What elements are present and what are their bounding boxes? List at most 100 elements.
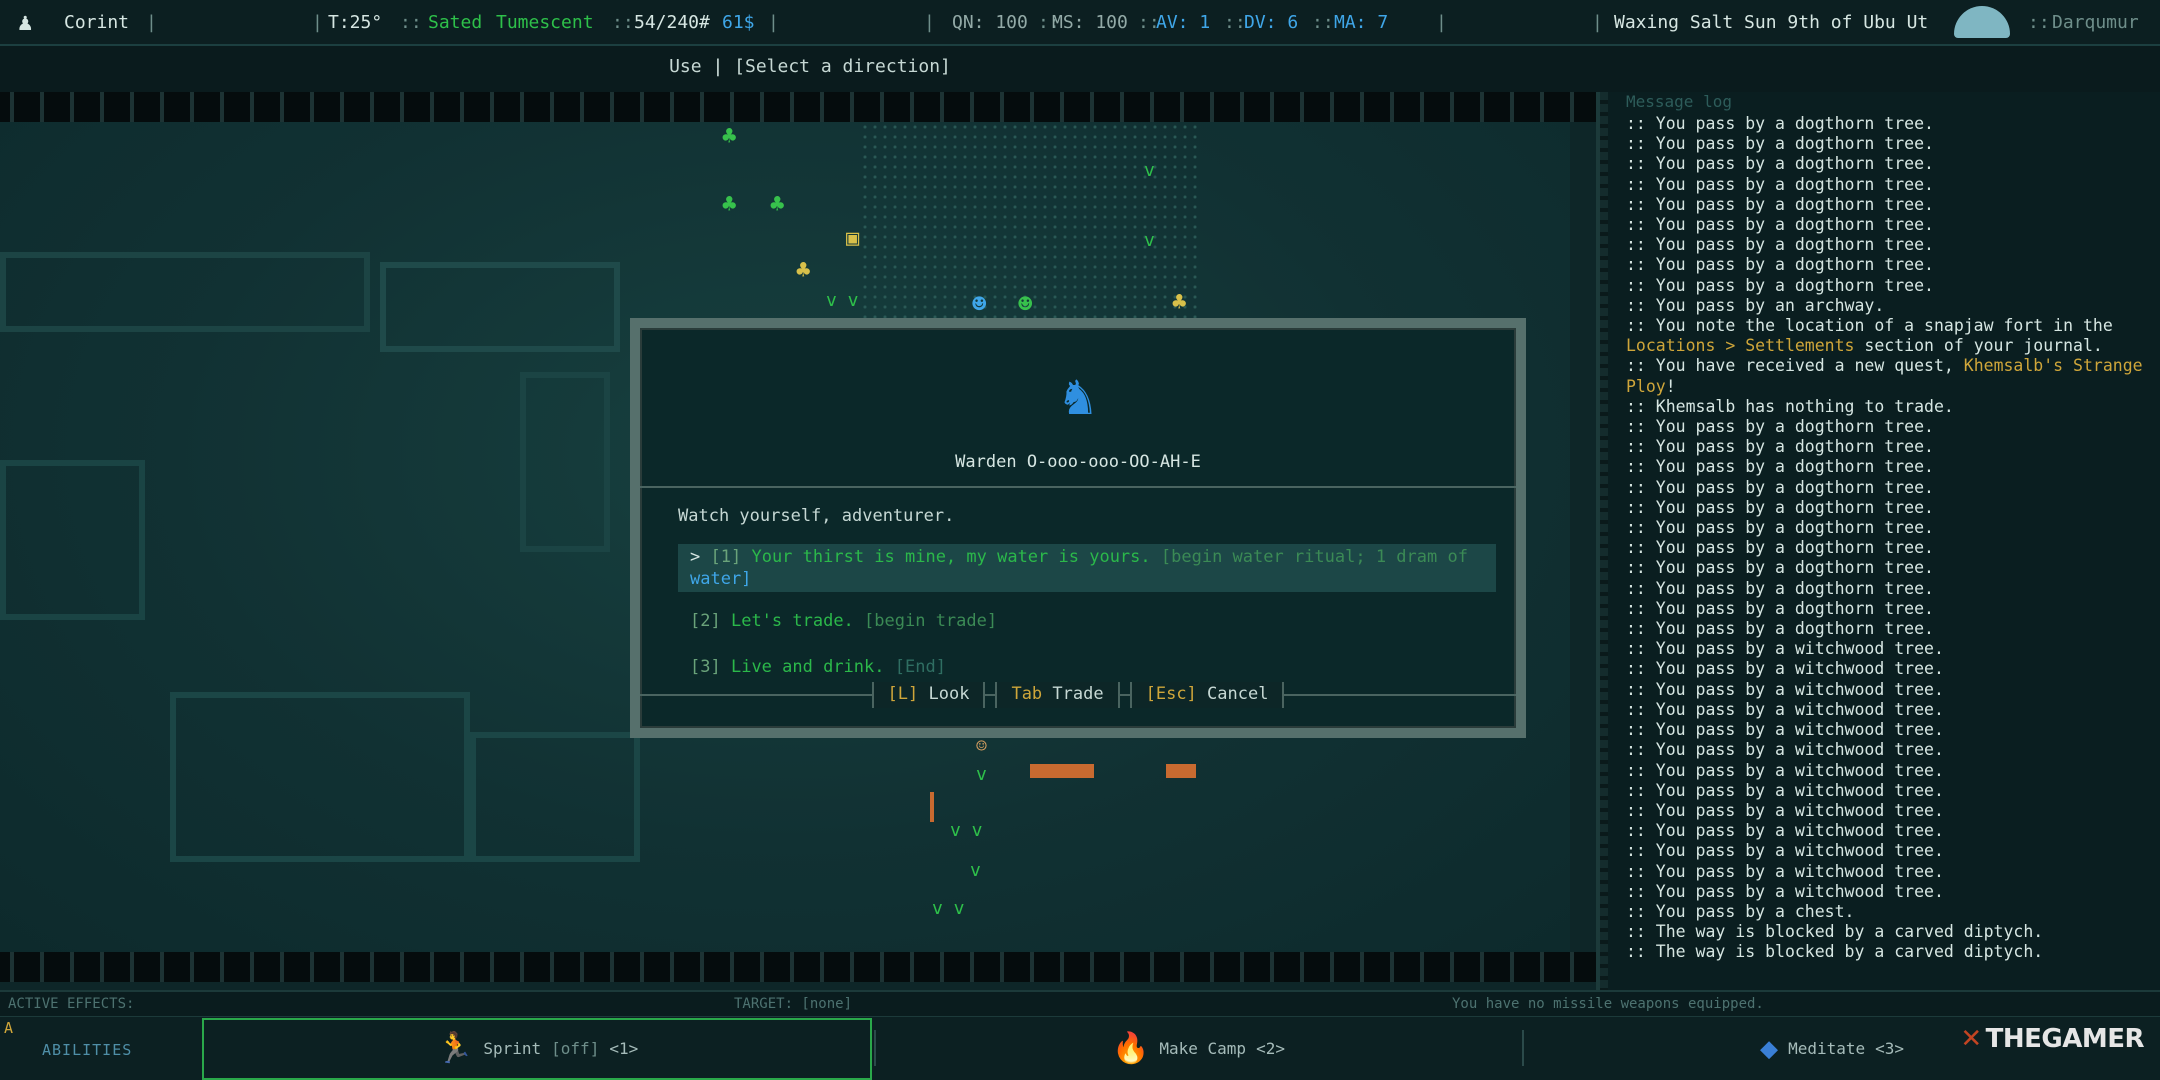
target-label: TARGET: [none] bbox=[734, 996, 853, 1012]
table-object bbox=[1030, 764, 1094, 778]
option-number: [1] bbox=[710, 547, 742, 567]
speaker-name: Warden O-ooo-ooo-OO-AH-E bbox=[955, 452, 1201, 472]
status-bar: ♟ Corint | | T:25° :: Sated Tumescent ::… bbox=[0, 0, 2160, 46]
log-entry: :: The way is blocked by a carved diptyc… bbox=[1626, 922, 2044, 942]
location-name: Darqumur bbox=[2052, 12, 2139, 33]
meditate-ability[interactable]: ◆ Meditate <3> bbox=[1760, 1016, 1904, 1080]
creature-icon[interactable]: ☻ bbox=[1018, 292, 1032, 316]
mental-armor-stat: MA: 7 bbox=[1334, 12, 1389, 33]
hotkey: [Esc] bbox=[1145, 684, 1197, 704]
log-entry: :: You pass by a dogthorn tree. bbox=[1626, 538, 1934, 558]
journal-link[interactable]: Locations > Settlements bbox=[1626, 336, 1854, 355]
witchwood-tree-icon: ♣ bbox=[1172, 288, 1187, 316]
separator: | bbox=[768, 12, 779, 33]
option-action-cont: water] bbox=[690, 569, 752, 589]
money: 61$ bbox=[722, 12, 755, 33]
dialog-footer: [L] Look Tab Trade [Esc] Cancel bbox=[640, 682, 1516, 722]
log-entry: :: You pass by a dogthorn tree. bbox=[1626, 578, 1934, 598]
villager-icon[interactable]: ☺ bbox=[976, 738, 987, 756]
dogthorn-tree-icon: ♣ bbox=[722, 190, 737, 218]
direction-prompt: [Select a direction] bbox=[734, 56, 951, 77]
log-entry: :: You pass by a dogthorn tree. bbox=[1626, 255, 1934, 275]
separator: | bbox=[924, 12, 935, 33]
hunger-status: Sated bbox=[428, 12, 483, 33]
log-entry: :: You pass by a dogthorn tree. bbox=[1626, 437, 1934, 457]
log-scrollbar[interactable] bbox=[1600, 92, 1608, 997]
log-entry: :: You pass by a witchwood tree. bbox=[1626, 780, 1944, 800]
active-effects-label: ACTIVE EFFECTS: bbox=[8, 996, 135, 1012]
movespeed-stat: MS: 100 bbox=[1052, 12, 1128, 33]
armor-value-stat: AV: 1 bbox=[1156, 12, 1211, 33]
dialog-option-2[interactable]: [2] Let's trade. [begin trade] bbox=[678, 608, 1496, 634]
make-camp-ability[interactable]: 🔥 Make Camp <2> bbox=[1112, 1016, 1285, 1080]
dialog-option-1[interactable]: > [1] Your thirst is mine, my water is y… bbox=[678, 544, 1496, 592]
log-entry: :: You pass by a dogthorn tree. bbox=[1626, 477, 1934, 497]
log-entry: :: You pass by a dogthorn tree. bbox=[1626, 598, 1934, 618]
ability-state: [off] bbox=[551, 1038, 600, 1058]
grass-icon: v v bbox=[826, 290, 859, 311]
ability-name: Meditate bbox=[1788, 1038, 1866, 1058]
log-entry: :: You pass by a witchwood tree. bbox=[1626, 821, 1944, 841]
button-label: Trade bbox=[1052, 684, 1104, 704]
button-label: Cancel bbox=[1207, 684, 1269, 704]
creature-icon[interactable]: ☻ bbox=[972, 292, 986, 316]
ruin-wall bbox=[380, 262, 620, 352]
speech-text: Watch yourself, adventurer. bbox=[678, 506, 955, 526]
sprint-ability[interactable]: 🏃 Sprint [off] <1> bbox=[436, 1016, 638, 1080]
dialog-option-3[interactable]: [3] Live and drink. [End] bbox=[678, 654, 1496, 680]
ruin-wall bbox=[0, 252, 370, 332]
log-entry: :: You pass by a dogthorn tree. bbox=[1626, 558, 1934, 578]
hotkey: Tab bbox=[1011, 684, 1043, 704]
grass-icon: v bbox=[970, 860, 981, 881]
look-button[interactable]: [L] Look bbox=[871, 682, 986, 708]
meditate-icon: ◆ bbox=[1760, 1030, 1779, 1066]
log-entry: :: You pass by a witchwood tree. bbox=[1626, 699, 1944, 719]
campfire-icon: 🔥 bbox=[1112, 1030, 1150, 1066]
log-entry: :: You pass by a dogthorn tree. bbox=[1626, 275, 1934, 295]
ability-name: Sprint bbox=[483, 1038, 542, 1058]
log-entry: :: You pass by a dogthorn tree. bbox=[1626, 518, 1934, 538]
game-date: Waxing Salt Sun 9th of Ubu Ut bbox=[1614, 12, 1929, 33]
ability-hotkey: <1> bbox=[609, 1038, 639, 1058]
log-entry: :: You pass by a witchwood tree. bbox=[1626, 720, 1944, 740]
map-border-bottom bbox=[0, 952, 1600, 982]
world-map-icon[interactable] bbox=[1954, 6, 2010, 38]
log-entry: :: You pass by a dogthorn tree. bbox=[1626, 174, 1934, 194]
option-action: [End] bbox=[894, 657, 946, 677]
separator: | bbox=[1592, 12, 1603, 33]
button-label: Look bbox=[928, 684, 970, 704]
trade-button[interactable]: Tab Trade bbox=[995, 682, 1120, 708]
log-lines: :: You pass by a dogthorn tree.:: You pa… bbox=[1626, 114, 2156, 963]
chest-icon[interactable]: ▣ bbox=[846, 228, 859, 250]
log-entry-quest: :: You have received a new quest, Khemsa… bbox=[1626, 356, 2156, 396]
log-entry: :: You pass by a chest. bbox=[1626, 901, 1855, 921]
divider bbox=[1522, 1030, 1524, 1066]
option-text: Live and drink. bbox=[730, 657, 885, 677]
ruin-wall bbox=[520, 372, 610, 552]
abilities-label[interactable]: ABILITIES bbox=[42, 1041, 132, 1059]
grass-icon: v bbox=[1144, 160, 1155, 181]
option-number: [2] bbox=[690, 611, 721, 631]
log-lines-b: :: Khemsalb has nothing to trade.:: You … bbox=[1626, 397, 2156, 963]
log-entry: :: You pass by a witchwood tree. bbox=[1626, 861, 1944, 881]
cancel-button[interactable]: [Esc] Cancel bbox=[1129, 682, 1285, 708]
separator: :: bbox=[1224, 12, 1246, 33]
log-entry: :: You pass by a dogthorn tree. bbox=[1626, 457, 1934, 477]
log-entry: :: You pass by a witchwood tree. bbox=[1626, 881, 1944, 901]
log-entry: :: You pass by a witchwood tree. bbox=[1626, 659, 1944, 679]
log-entry: :: Khemsalb has nothing to trade. bbox=[1626, 396, 1954, 416]
torch-object bbox=[930, 792, 934, 822]
log-text: ! bbox=[1665, 376, 1676, 396]
separator: | bbox=[146, 12, 157, 33]
message-log[interactable]: Message log :: You pass by a dogthorn tr… bbox=[1596, 92, 2160, 997]
separator: :: bbox=[400, 12, 422, 33]
player-name: Corint bbox=[64, 12, 130, 33]
missile-weapon-label: You have no missile weapons equipped. bbox=[1452, 996, 1764, 1012]
grass-icon: v v bbox=[950, 820, 983, 841]
option-text: Let's trade. bbox=[730, 611, 854, 631]
ruin-wall bbox=[0, 460, 145, 620]
divider bbox=[874, 1030, 876, 1066]
log-entry: :: You pass by a dogthorn tree. bbox=[1626, 215, 1934, 235]
ability-name: Make Camp bbox=[1159, 1038, 1247, 1058]
command-prompt: Use | [Select a direction] bbox=[0, 56, 1620, 77]
